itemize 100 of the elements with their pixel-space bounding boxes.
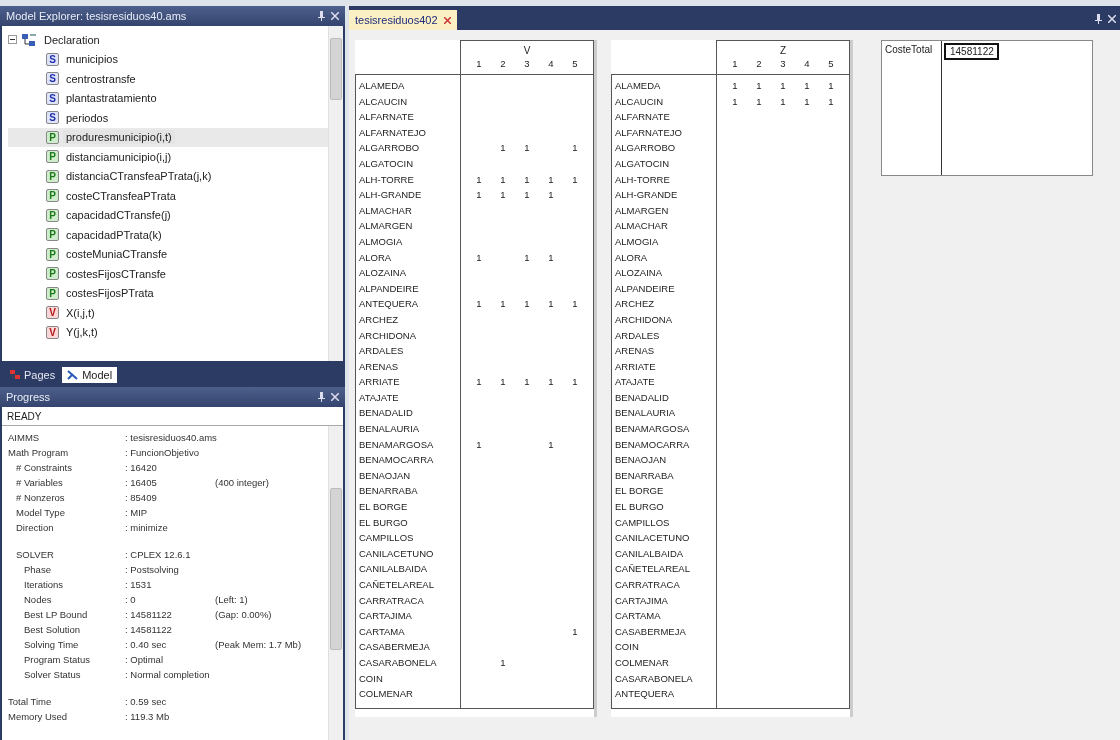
variable-icon: V xyxy=(46,306,59,320)
progress-label: Nodes xyxy=(23,594,53,605)
parameter-icon: P xyxy=(46,267,59,281)
column-header: 4 xyxy=(803,57,811,71)
row-header: CANILALBAIDA xyxy=(359,562,429,577)
parameter-icon: P xyxy=(46,247,59,261)
pin-icon[interactable] xyxy=(1095,14,1102,24)
progress-label: Iterations xyxy=(23,579,65,590)
tree-item[interactable]: Y(j,k,t) xyxy=(63,325,101,340)
row-header: ALGATOCIN xyxy=(359,156,415,171)
tree-item[interactable]: costesFijosCTransfe xyxy=(63,266,169,281)
tree-item[interactable]: capacidadCTransfe(j) xyxy=(63,208,174,223)
tree-item[interactable]: plantastratamiento xyxy=(63,91,160,106)
parameter-icon: P xyxy=(46,208,59,222)
set-icon: S xyxy=(46,52,59,66)
tree-item[interactable]: municipios xyxy=(63,52,121,67)
progress-value: : 1531 xyxy=(125,579,153,590)
row-header: ALMACHAR xyxy=(615,219,669,234)
panel-tab[interactable]: Model xyxy=(62,367,118,383)
row-header: ALCAUCIN xyxy=(615,94,665,109)
table-cell-text: 1 xyxy=(499,188,507,203)
table-cell-text: 1 xyxy=(827,94,835,109)
table-cell-text: 1 xyxy=(475,297,483,312)
progress-label: Solver Status xyxy=(23,669,82,680)
row-header: BENAOJAN xyxy=(359,468,412,483)
column-header: 5 xyxy=(571,57,579,71)
tree-item[interactable]: periodos xyxy=(63,110,112,125)
row-header: CASARABONELA xyxy=(615,671,694,686)
progress-value: : MIP xyxy=(125,507,149,518)
panel-title: Progress xyxy=(6,391,51,403)
panel-tab[interactable]: Pages xyxy=(4,367,61,383)
row-header: CAÑETELAREAL xyxy=(615,562,691,577)
row-header: BENAOJAN xyxy=(615,453,668,468)
row-header: ALOZAINA xyxy=(615,266,663,281)
row-header: ALH-GRANDE xyxy=(615,188,679,203)
progress-value: : 0.40 sec xyxy=(125,639,168,650)
row-header: ARCHEZ xyxy=(359,312,400,327)
close-icon[interactable] xyxy=(443,16,451,24)
row-header: ARDALES xyxy=(615,328,661,343)
declaration-icon[interactable] xyxy=(21,31,37,48)
column-header: 2 xyxy=(499,57,507,71)
column-header: 1 xyxy=(475,57,483,71)
progress-value: : 16420 xyxy=(125,462,158,473)
table-cell-text: 1 xyxy=(499,172,507,187)
row-header: CAÑETELAREAL xyxy=(359,578,435,592)
table-cell-text: 1 xyxy=(803,79,811,93)
row-header: CANILACETUNO xyxy=(615,531,691,546)
row-header: ALMARGEN xyxy=(359,219,414,234)
tree-item[interactable]: distanciaCTransfeaPTrata(j,k) xyxy=(63,169,215,184)
tree-item[interactable]: costesFijosPTrata xyxy=(63,286,157,301)
tools-icon[interactable] xyxy=(67,369,80,381)
row-header: ALFARNATEJO xyxy=(359,125,427,140)
row-header: CASABERMEJA xyxy=(615,624,687,639)
progress-note: (Gap: 0.00%) xyxy=(215,609,272,620)
table-cell-text: 1 xyxy=(779,94,787,109)
tree-item[interactable]: produresmunicipio(i,t) xyxy=(63,130,175,145)
table-cell-text: 1 xyxy=(547,437,555,452)
row-header: EL BURGO xyxy=(359,515,409,530)
progress-value: : Normal completion xyxy=(125,669,210,680)
row-header: CARTAJIMA xyxy=(359,609,413,624)
tree-item[interactable]: distanciamunicipio(i,j) xyxy=(63,149,175,164)
table-cell-text: 1 xyxy=(475,375,483,390)
row-header: CAMPILLOS xyxy=(359,531,415,546)
progress-value: : 14581122 xyxy=(125,609,173,620)
tree-item[interactable]: costeCTransfeaPTrata xyxy=(63,188,179,203)
panel-title: Model Explorer: tesisresiduos40.ams xyxy=(6,10,187,22)
progress-label: Best LP Bound xyxy=(23,609,89,620)
tree-item[interactable]: capacidadPTrata(k) xyxy=(63,227,165,242)
row-header: ALMARGEN xyxy=(615,203,670,218)
table-cell-text: 1 xyxy=(755,94,763,109)
row-header: ARRIATE xyxy=(359,375,401,390)
pin-icon[interactable] xyxy=(318,392,325,402)
row-header: EL BORGE xyxy=(615,484,665,499)
row-header: ALFARNATEJO xyxy=(615,125,683,140)
pin-icon[interactable] xyxy=(318,11,325,21)
row-header: BENARRABA xyxy=(615,468,675,483)
progress-label: AIMMS xyxy=(8,432,41,443)
row-header: ARENAS xyxy=(359,359,400,374)
column-header: 3 xyxy=(523,57,531,71)
column-header: 4 xyxy=(547,57,555,71)
tree-item[interactable]: X(i,j,t) xyxy=(63,305,98,320)
document-tab[interactable]: tesisresiduos402 xyxy=(349,10,457,30)
row-header: ANTEQUERA xyxy=(359,297,420,312)
variable-icon: V xyxy=(46,325,59,339)
parameter-icon: P xyxy=(46,150,59,164)
progress-label: Solving Time xyxy=(23,639,80,650)
progress-value: : 14581122 xyxy=(125,624,173,635)
row-header: CANILALBAIDA xyxy=(615,546,685,561)
value-field[interactable]: 14581122 xyxy=(944,43,999,60)
collapse-icon[interactable] xyxy=(8,35,17,45)
tree-item[interactable]: centrostransfe xyxy=(63,71,139,86)
table-cell-text: 1 xyxy=(571,297,579,312)
row-header: ARCHIDONA xyxy=(359,328,417,343)
tree-item[interactable]: Declaration xyxy=(41,32,103,47)
row-header: CANILACETUNO xyxy=(359,546,435,561)
tree-item[interactable]: costeMuniaCTransfe xyxy=(63,247,171,262)
progress-value: : CPLEX 12.6.1 xyxy=(125,549,192,560)
progress-note: (400 integer) xyxy=(215,477,269,488)
row-header: BENADALID xyxy=(359,406,414,421)
row-header: COIN xyxy=(359,671,384,686)
